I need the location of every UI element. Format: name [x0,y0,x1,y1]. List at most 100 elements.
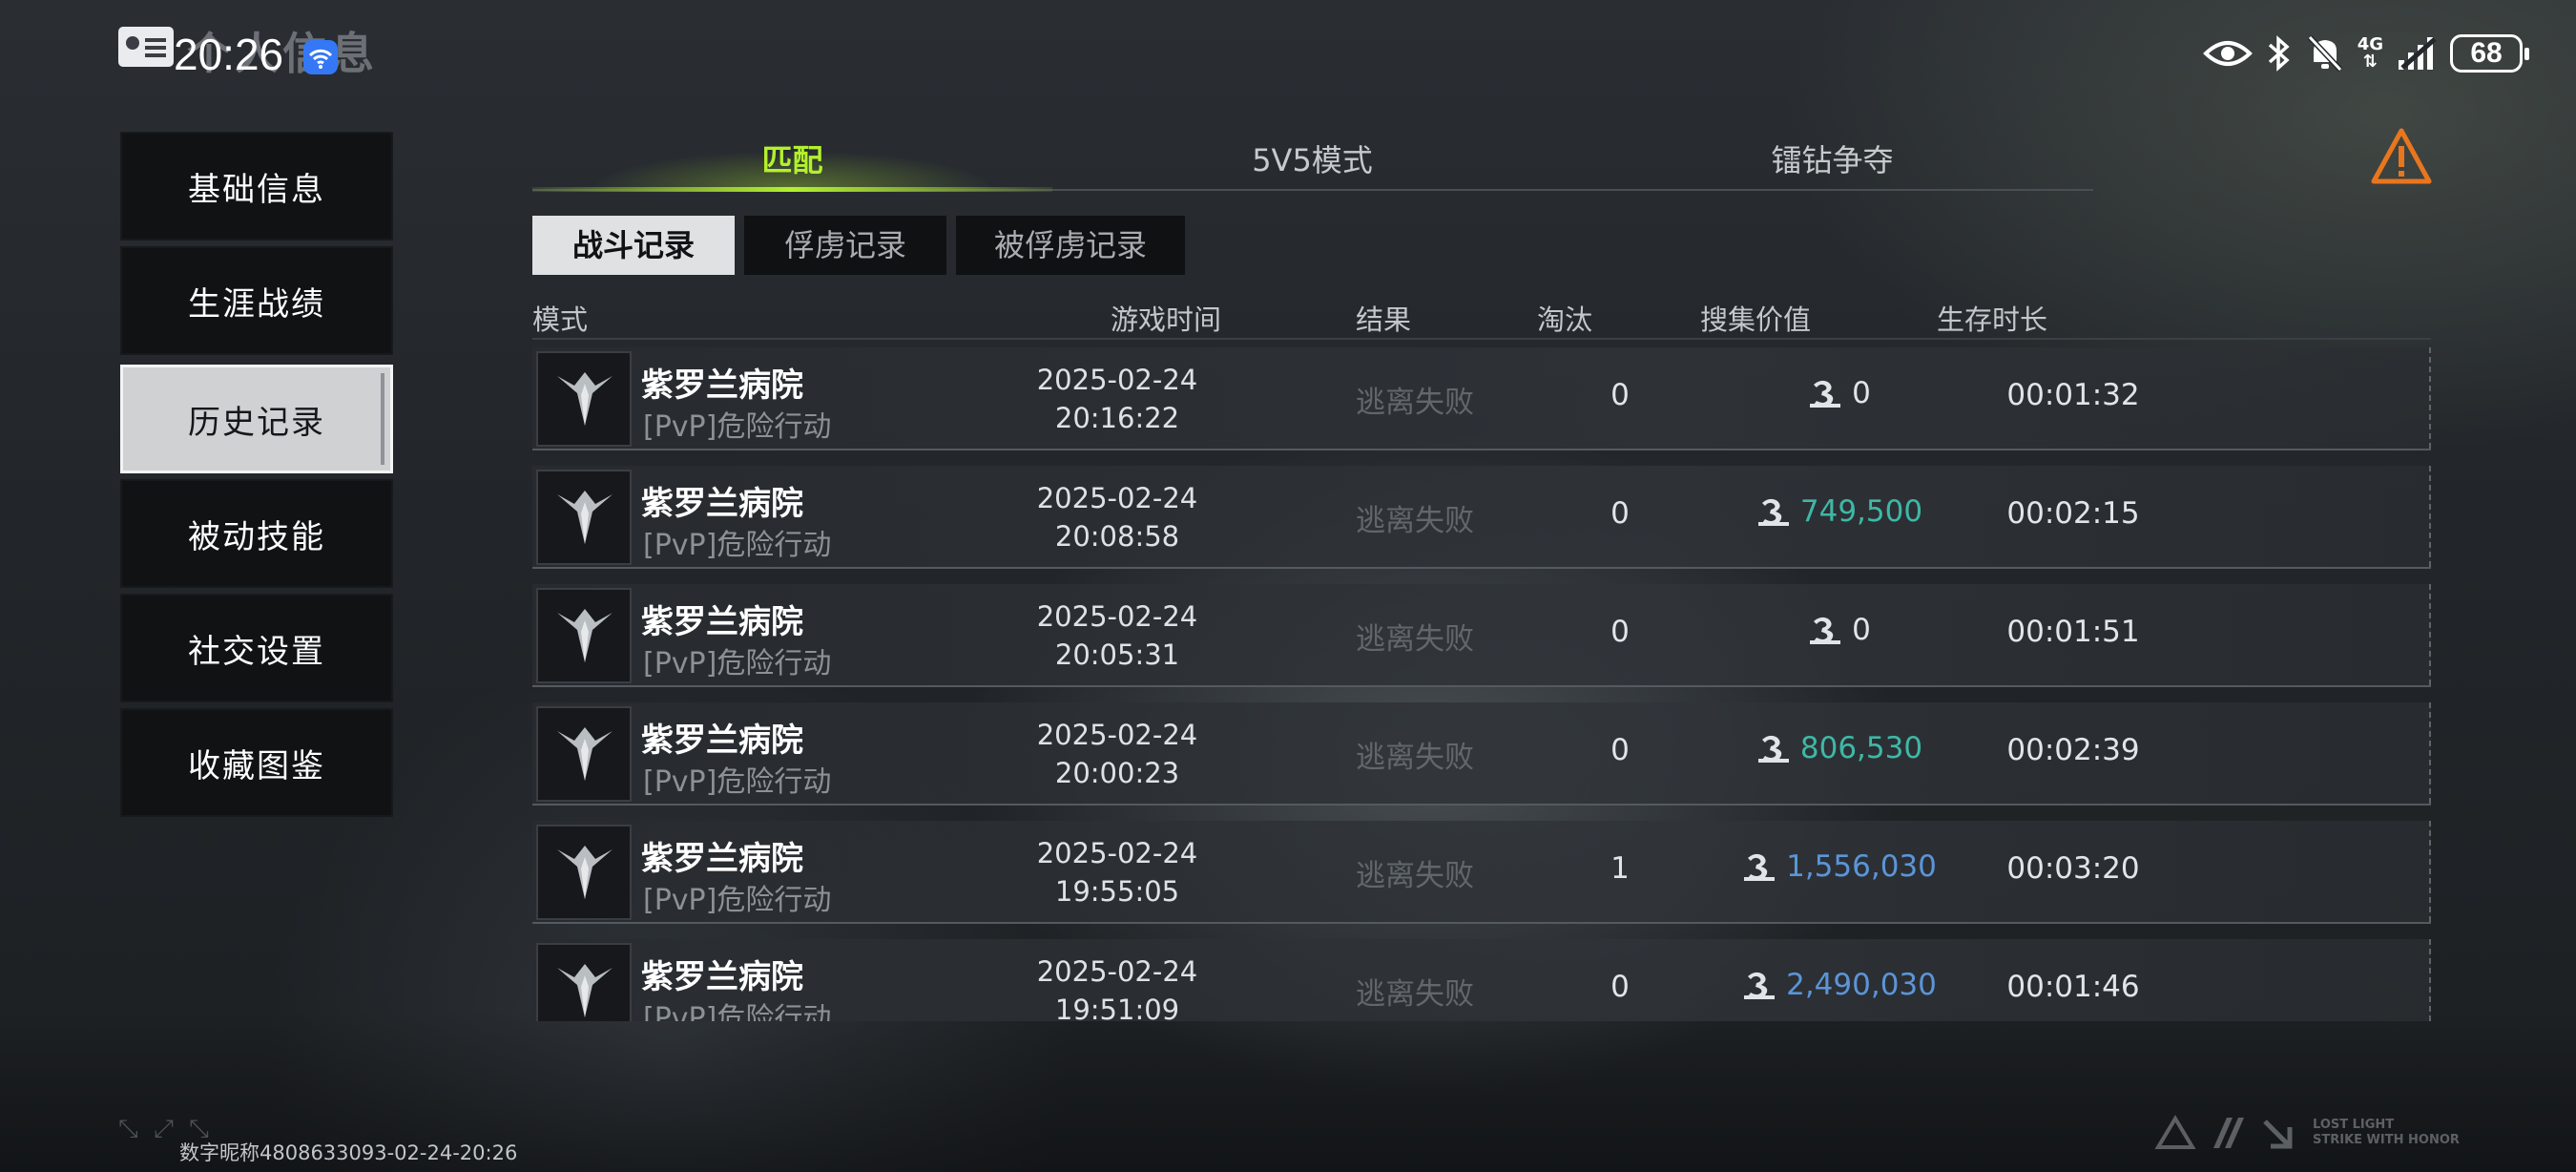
eye-icon [2202,41,2253,66]
map-emblem-icon [536,588,632,683]
game-time: 2025-02-24 19:51:09 [979,952,1256,1021]
game-clock: 20:05:31 [1054,638,1180,671]
sidebar-item-passive-skills[interactable]: 被动技能 [120,479,393,588]
game-mode: [PvP]危险行动 [643,529,832,562]
wifi-icon [303,40,338,74]
game-date: 2025-02-24 [1036,955,1198,988]
warning-icon[interactable] [2370,127,2433,186]
sidebar-item-history[interactable]: 历史记录 [120,365,393,473]
game-clock: 20:00:23 [1054,757,1180,789]
map-name: 紫罗兰病院 [641,958,803,996]
mute-bell-icon [2307,34,2342,73]
column-loot-value: 搜集价值 [1700,303,1812,336]
sidebar-item-career-stats[interactable]: 生涯战绩 [120,246,393,355]
survival-time: 00:02:39 [2006,733,2140,767]
survival-time: 00:01:46 [2006,970,2140,1004]
game-mode: [PvP]危险行动 [643,410,832,444]
result-text: 逃离失败 [1356,741,1474,775]
table-row[interactable]: 紫罗兰病院 [PvP]危险行动 2025-02-24 20:16:22 逃离失败 … [532,347,2431,450]
map-name: 紫罗兰病院 [641,485,803,523]
game-clock: 20:08:58 [1054,520,1180,553]
map-emblem-icon [536,706,632,802]
game-time: 2025-02-24 20:16:22 [979,361,1256,437]
result-text: 逃离失败 [1356,977,1474,1012]
footer-slogan: LOST LIGHT STRIKE WITH HONOR [2313,1118,2460,1147]
tab-battle-records[interactable]: 战斗记录 [532,216,735,275]
battle-record-list[interactable]: 紫罗兰病院 [PvP]危险行动 2025-02-24 20:16:22 逃离失败 … [532,347,2431,1021]
game-date: 2025-02-24 [1036,837,1198,869]
currency-icon [1810,380,1841,408]
survival-time: 00:03:20 [2006,851,2140,886]
table-row[interactable]: 紫罗兰病院 [PvP]危险行动 2025-02-24 19:55:05 逃离失败 … [532,821,2431,924]
column-result: 结果 [1356,303,1412,336]
game-time: 2025-02-24 20:00:23 [979,716,1256,792]
map-emblem-icon [536,943,632,1021]
currency-icon [1757,735,1789,763]
game-time: 2025-02-24 20:08:58 [979,479,1256,555]
currency-icon [1744,853,1776,881]
network-type: 4G ⇅ [2357,34,2383,72]
result-text: 逃离失败 [1356,504,1474,538]
currency-icon [1810,617,1841,644]
contact-card-icon [118,27,174,67]
loot-value-number: 0 [1852,376,1871,410]
game-date: 2025-02-24 [1036,364,1198,396]
tab-5v5[interactable]: 5V5模式 [1052,132,1572,189]
game-clock: 19:55:05 [1054,875,1180,908]
tab-radium-contest[interactable]: 镭钻争夺 [1572,132,2092,189]
game-mode: [PvP]危险行动 [643,647,832,680]
game-date: 2025-02-24 [1036,600,1198,633]
player-id-watermark: 数字昵称4808633093-02-24-20:26 [179,1141,518,1164]
game-time: 2025-02-24 19:55:05 [979,834,1256,910]
tab-captured-records[interactable]: 被俘虏记录 [956,216,1185,275]
column-survival-time: 生存时长 [1937,303,2048,336]
signal-icon [2399,37,2437,70]
map-emblem-icon [536,470,632,565]
map-name: 紫罗兰病院 [641,603,803,641]
game-mode: [PvP]危险行动 [643,765,832,799]
result-text: 逃离失败 [1356,859,1474,893]
game-date: 2025-02-24 [1036,719,1198,751]
result-text: 逃离失败 [1356,386,1474,420]
game-date: 2025-02-24 [1036,482,1198,514]
status-bar: 个人信息 20:26 4G ⇅ 68 [0,0,2576,105]
currency-icon [1744,972,1776,999]
survival-time: 00:01:51 [2006,615,2140,649]
map-emblem-icon [536,351,632,447]
game-mode: [PvP]危险行动 [643,884,832,917]
currency-icon [1757,498,1789,526]
footer-logo: LOST LIGHT STRIKE WITH HONOR [2154,1115,2460,1151]
column-kills: 淘汰 [1537,303,1593,336]
sidebar-item-basic-info[interactable]: 基础信息 [120,132,393,241]
column-mode: 模式 [532,303,589,336]
survival-time: 00:01:32 [2006,378,2140,412]
loot-value-number: 0 [1852,613,1871,647]
map-name: 紫罗兰病院 [641,366,803,405]
map-name: 紫罗兰病院 [641,840,803,878]
status-icons: 4G ⇅ 68 [2202,25,2529,82]
map-name: 紫罗兰病院 [641,722,803,760]
table-header: 模式 游戏时间 结果 淘汰 搜集价值 生存时长 [532,292,2431,340]
stripes-logo-icon [2213,1118,2244,1148]
game-time: 2025-02-24 20:05:31 [979,597,1256,674]
table-row[interactable]: 紫罗兰病院 [PvP]危险行动 2025-02-24 20:05:31 逃离失败 … [532,584,2431,687]
game-mode: [PvP]危险行动 [643,1002,832,1021]
table-row[interactable]: 紫罗兰病院 [PvP]危险行动 2025-02-24 20:00:23 逃离失败 … [532,702,2431,806]
sidebar-item-social-settings[interactable]: 社交设置 [120,594,393,702]
column-game-time: 游戏时间 [1111,303,1222,336]
table-row[interactable]: 紫罗兰病院 [PvP]危险行动 2025-02-24 19:51:09 逃离失败 … [532,939,2431,1021]
tab-capture-records[interactable]: 俘虏记录 [744,216,946,275]
battery-indicator: 68 [2450,34,2529,73]
result-text: 逃离失败 [1356,622,1474,657]
mode-tabs: 匹配 5V5模式 镭钻争夺 [532,132,2093,192]
table-row[interactable]: 紫罗兰病院 [PvP]危险行动 2025-02-24 20:08:58 逃离失败 … [532,466,2431,569]
bluetooth-icon [2268,35,2290,72]
map-emblem-icon [536,825,632,920]
tab-match[interactable]: 匹配 [532,132,1052,192]
survival-time: 00:02:15 [2006,496,2140,531]
sidebar-item-collection[interactable]: 收藏图鉴 [120,708,393,817]
network-arrows: ⇅ [2362,52,2378,72]
game-clock: 20:16:22 [1054,402,1180,434]
arrow-logo-icon [2263,1120,2293,1149]
triangle-logo-icon [2154,1115,2196,1149]
